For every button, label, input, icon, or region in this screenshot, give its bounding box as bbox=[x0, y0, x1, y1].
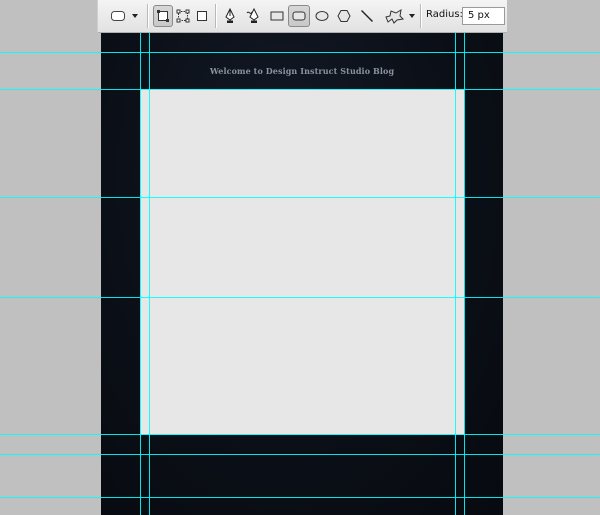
fill-pixels-button[interactable] bbox=[194, 5, 210, 27]
toolbar-separator bbox=[215, 4, 216, 28]
pen-icon bbox=[223, 8, 237, 24]
options-bar: Radius: 5 px bbox=[97, 0, 507, 33]
preset-shape-picker[interactable] bbox=[106, 5, 142, 27]
freeform-pen-icon bbox=[246, 8, 262, 24]
line-icon bbox=[360, 9, 374, 23]
content-panel[interactable] bbox=[140, 89, 464, 435]
ellipse-icon bbox=[315, 10, 329, 22]
ellipse-tool-button[interactable] bbox=[313, 5, 331, 27]
rectangle-icon bbox=[270, 10, 284, 22]
toolbar-separator bbox=[147, 4, 148, 28]
custom-shape-icon bbox=[384, 8, 404, 24]
freeform-pen-button[interactable] bbox=[244, 5, 264, 27]
radius-input[interactable]: 5 px bbox=[462, 7, 505, 25]
shape-layers-button[interactable] bbox=[153, 5, 173, 27]
pen-tool-button[interactable] bbox=[221, 5, 239, 27]
custom-shape-tool-button[interactable] bbox=[380, 5, 418, 27]
polygon-tool-button[interactable] bbox=[335, 5, 353, 27]
rounded-rectangle-icon bbox=[292, 10, 306, 22]
site-header-text: Welcome to Design Instruct Studio Blog bbox=[209, 66, 395, 76]
toolbar-separator bbox=[420, 4, 421, 28]
paths-button[interactable] bbox=[174, 5, 192, 27]
line-tool-button[interactable] bbox=[358, 5, 376, 27]
paths-icon bbox=[176, 9, 190, 23]
rounded-rectangle-tool-button[interactable] bbox=[288, 5, 310, 27]
chevron-down-icon bbox=[408, 14, 415, 18]
polygon-icon bbox=[337, 9, 351, 23]
rectangle-tool-button[interactable] bbox=[268, 5, 286, 27]
chevron-down-icon bbox=[132, 14, 138, 18]
shape-layers-icon bbox=[156, 9, 170, 23]
preset-shape-icon bbox=[110, 9, 126, 23]
fill-pixels-icon bbox=[196, 10, 208, 22]
radius-label: Radius: bbox=[426, 9, 463, 20]
